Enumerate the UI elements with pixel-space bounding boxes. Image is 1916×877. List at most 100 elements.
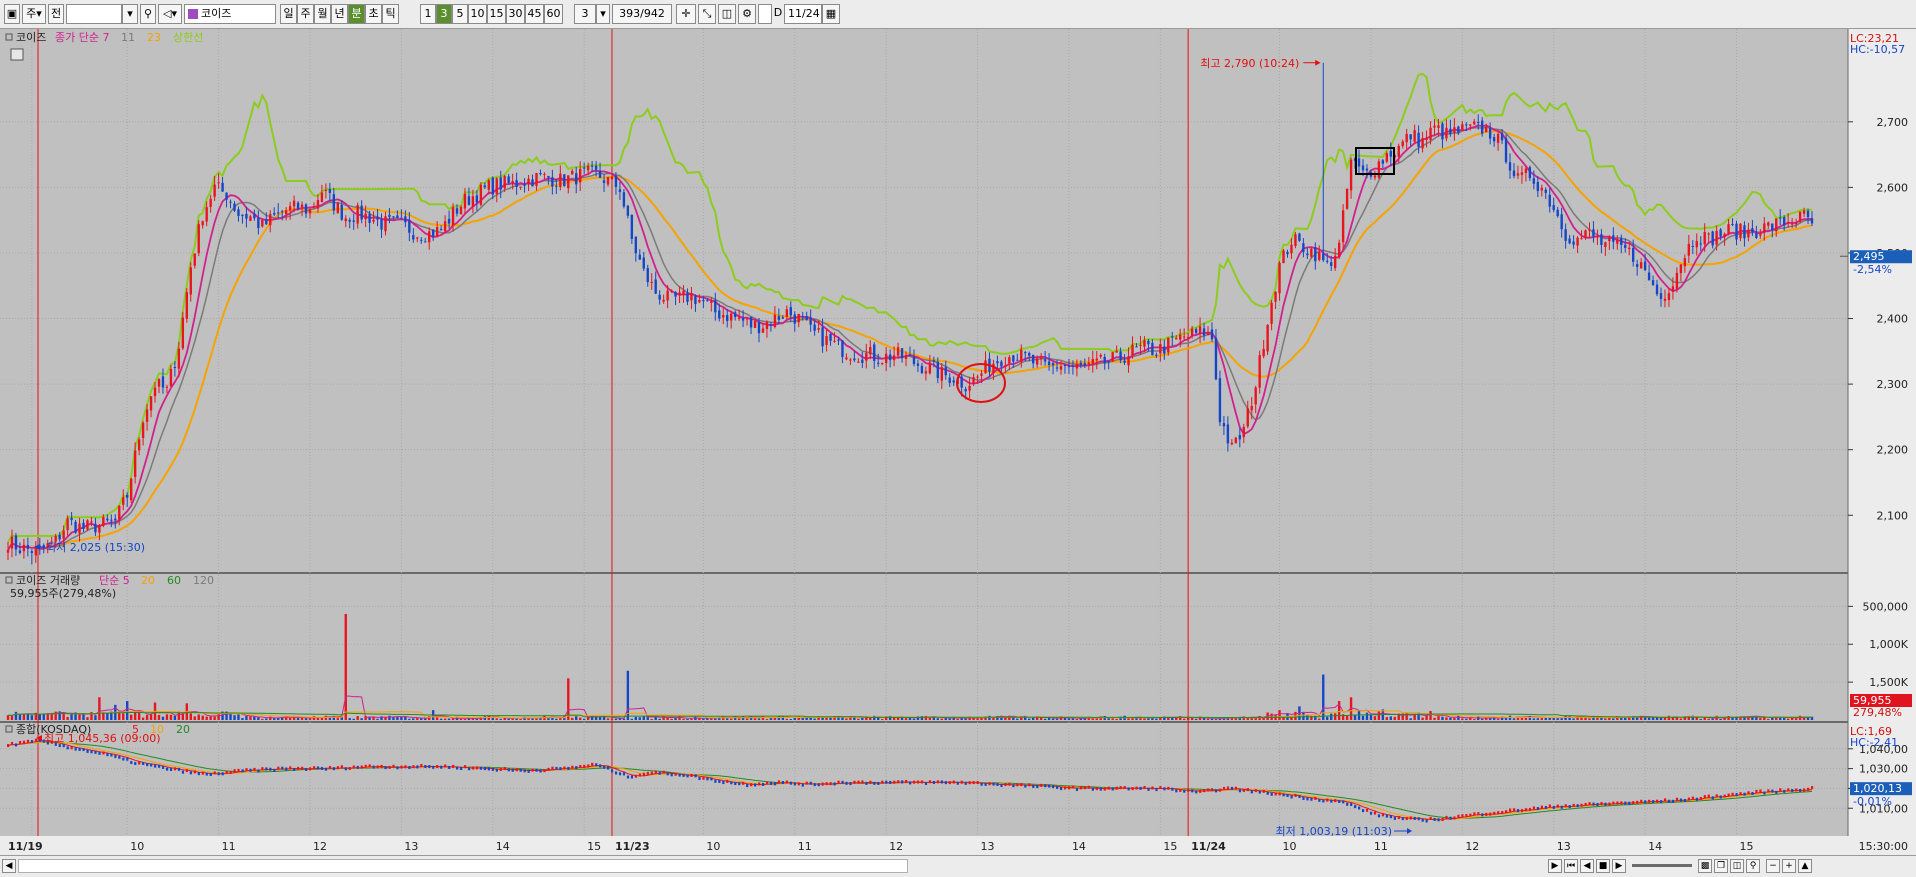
crosshair-icon[interactable]: ✛ <box>676 4 696 24</box>
interval-button-30[interactable]: 30 <box>506 4 525 24</box>
time-axis-label: 15 <box>1163 840 1177 853</box>
stock-chart[interactable]: 2,1002,2002,3002,4002,5002,6002,7001,500… <box>0 29 1916 855</box>
index-candle <box>563 766 566 770</box>
code-dropdown-icon[interactable]: ▾ <box>122 4 138 24</box>
date-checkbox[interactable] <box>758 4 772 24</box>
interval-button-10[interactable]: 10 <box>468 4 487 24</box>
volume-bar <box>1234 718 1238 720</box>
play-prev-icon[interactable]: ◀ <box>1580 859 1594 873</box>
candle-body <box>1552 205 1555 211</box>
sound-icon[interactable]: ◁▾ <box>158 4 182 24</box>
candle-body <box>94 523 97 533</box>
data-range-field[interactable]: 393/942 <box>612 4 672 24</box>
candle-body <box>475 195 479 203</box>
scroll-track[interactable] <box>18 859 908 873</box>
period-button-2[interactable]: 월 <box>314 4 331 24</box>
zoom-out-icon[interactable]: − <box>1766 859 1780 873</box>
period-button-6[interactable]: 틱 <box>382 4 399 24</box>
candle-body <box>352 220 355 222</box>
zoom-fit-icon[interactable]: ▲ <box>1798 859 1812 873</box>
volume-bar <box>1568 716 1571 720</box>
index-candle <box>161 765 165 769</box>
volume-bar <box>992 717 995 720</box>
price-panel-legend-item: 상한선 <box>173 31 203 44</box>
candle-body <box>1087 362 1090 365</box>
period-button-4[interactable]: 분 <box>348 4 365 24</box>
custom-interval-input[interactable]: 3 <box>574 4 596 24</box>
candle-body <box>559 173 562 187</box>
scroll-right-icon[interactable]: ▶ <box>1548 859 1562 873</box>
index-candle <box>1783 789 1786 793</box>
period-button-3[interactable]: 년 <box>331 4 348 24</box>
interval-button-15[interactable]: 15 <box>487 4 506 24</box>
candle-body <box>718 310 721 319</box>
horizontal-scrollbar[interactable]: ◀ ▶ ⏮ ◀ ■ ▶ ▩ ❐ ◫ ⚲ − + ▲ <box>0 855 1916 877</box>
interval-button-1[interactable]: 1 <box>420 4 436 24</box>
volume-bar <box>1786 718 1790 720</box>
zoom-icon[interactable]: ⤡ <box>698 4 716 24</box>
zoom-in-icon[interactable]: + <box>1782 859 1796 873</box>
code-input[interactable]: 121850 <box>66 4 122 24</box>
candle-body <box>431 229 435 237</box>
candle-body <box>6 550 10 553</box>
split-icon[interactable]: ◫ <box>1730 859 1744 873</box>
custom-interval-dropdown-icon[interactable]: ▾ <box>596 4 610 24</box>
index-candle <box>448 765 451 769</box>
calendar-icon[interactable]: ▦ <box>822 4 840 24</box>
period-button-1[interactable]: 주 <box>297 4 314 24</box>
settings-gear-icon[interactable]: ⚙ <box>738 4 756 24</box>
candle-body <box>749 316 753 328</box>
volume-bar <box>638 717 641 720</box>
price-panel-legend-item: 23 <box>147 31 161 44</box>
magnify-icon[interactable]: ⚲ <box>1746 859 1760 873</box>
period-button-5[interactable]: 초 <box>365 4 382 24</box>
copy-icon[interactable]: ❐ <box>1714 859 1728 873</box>
index-candle <box>1123 786 1126 790</box>
index-candle <box>265 767 268 771</box>
interval-button-45[interactable]: 45 <box>525 4 544 24</box>
hc-label: HC:-10,57 <box>1850 43 1905 56</box>
play-next-icon[interactable]: ▶ <box>1612 859 1626 873</box>
index-candle <box>1556 804 1559 808</box>
layout-icon[interactable]: ▩ <box>1698 859 1712 873</box>
candle-body <box>614 175 618 187</box>
item-type-select[interactable]: 주▾ <box>22 4 46 24</box>
index-candle <box>1723 794 1726 798</box>
interval-button-60[interactable]: 60 <box>544 4 563 24</box>
volume-bar <box>1445 717 1448 720</box>
index-candle <box>364 764 367 768</box>
date-input[interactable]: 11/24 <box>784 4 822 24</box>
candle-body <box>70 517 73 521</box>
index-candle <box>861 780 864 784</box>
stock-name-field[interactable]: 코이즈 <box>184 4 276 24</box>
scroll-left-icon[interactable]: ◀ <box>2 859 16 873</box>
candle-body <box>1699 243 1702 245</box>
index-candle <box>1246 788 1249 792</box>
candle-body <box>1504 137 1508 163</box>
candle-body <box>861 359 864 363</box>
chart-layout-icon[interactable]: ▣ <box>4 4 20 24</box>
interval-button-5[interactable]: 5 <box>452 4 468 24</box>
interval-button-3[interactable]: 3 <box>436 4 452 24</box>
candle-body <box>118 506 121 520</box>
candle-body <box>849 359 852 361</box>
candle-body <box>225 192 228 200</box>
index-candle <box>1020 783 1023 787</box>
candle-body <box>1167 337 1170 353</box>
index-candle <box>491 767 494 771</box>
search-icon[interactable]: ⚲ <box>140 4 156 24</box>
index-candle <box>952 780 955 784</box>
volume-bar <box>626 670 630 720</box>
candle-body <box>1576 237 1579 246</box>
speed-slider[interactable] <box>1632 864 1692 867</box>
candle-body <box>873 344 876 361</box>
term-button[interactable]: 전 <box>48 4 64 24</box>
index-candle <box>1290 795 1293 799</box>
candle-body <box>1683 258 1687 267</box>
period-button-0[interactable]: 일 <box>280 4 297 24</box>
stop-icon[interactable]: ■ <box>1596 859 1610 873</box>
save-icon[interactable]: ◫ <box>718 4 736 24</box>
volume-bar <box>14 711 18 720</box>
go-first-icon[interactable]: ⏮ <box>1564 859 1578 873</box>
candle-body <box>435 226 439 237</box>
